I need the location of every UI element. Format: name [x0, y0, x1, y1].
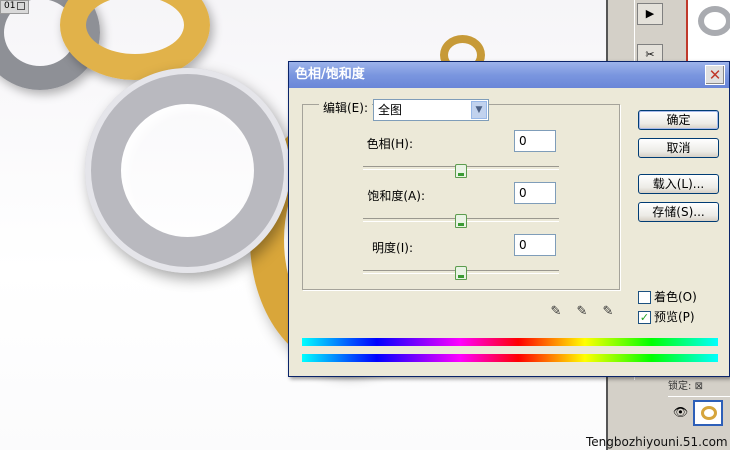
edit-select-value: 全图	[378, 103, 403, 117]
hue-slider-thumb[interactable]	[455, 164, 467, 178]
close-button[interactable]: ✕	[705, 65, 725, 85]
document-tab[interactable]: 01	[0, 0, 30, 14]
top-color-spectrum	[302, 338, 718, 346]
eye-icon[interactable]: 👁	[673, 405, 688, 419]
navigator-thumbnail	[686, 0, 730, 70]
silver-ring-image	[85, 68, 290, 273]
lock-row: 锁定: ⊠	[668, 377, 730, 392]
hue-saturation-dialog: 色相/饱和度 ✕ 编辑(E): 全图 ▼ 色相(H): 0 饱和度(A): 0 …	[288, 61, 730, 377]
saturation-input[interactable]: 0	[514, 182, 556, 204]
dialog-title: 色相/饱和度	[295, 67, 365, 82]
saturation-label: 饱和度(A):	[367, 189, 425, 203]
close-icon[interactable]	[17, 1, 26, 10]
colorize-checkbox[interactable]	[638, 291, 651, 304]
eyedropper-icon[interactable]: ✎	[548, 304, 564, 320]
eyedropper-plus-icon[interactable]: ✎	[574, 304, 590, 320]
colorize-label: 着色(O)	[654, 290, 697, 304]
lock-icon[interactable]: ⊠	[695, 381, 703, 392]
preview-checkbox[interactable]: ✓	[638, 311, 651, 324]
eyedropper-minus-icon[interactable]: ✎	[600, 304, 616, 320]
chevron-down-icon[interactable]: ▼	[471, 101, 487, 119]
hue-input[interactable]: 0	[514, 130, 556, 152]
cancel-button[interactable]: 取消	[638, 138, 719, 158]
lightness-label: 明度(I):	[372, 241, 413, 255]
layer-row[interactable]: 👁	[668, 396, 730, 430]
preview-label: 预览(P)	[654, 310, 695, 324]
lightness-input[interactable]: 0	[514, 234, 556, 256]
document-tab-label: 01	[4, 1, 16, 11]
edit-label: 编辑(E):	[319, 97, 372, 119]
watermark: Tengbozhiyouni.51.com	[586, 435, 728, 449]
play-icon[interactable]: ▶	[637, 3, 663, 25]
hue-label: 色相(H):	[366, 137, 413, 151]
load-button[interactable]: 载入(L)...	[638, 174, 719, 194]
close-icon: ✕	[708, 66, 722, 84]
bottom-color-spectrum	[302, 354, 718, 362]
dialog-titlebar[interactable]: 色相/饱和度 ✕	[289, 62, 729, 88]
ok-button[interactable]: 确定	[638, 110, 719, 130]
save-button[interactable]: 存储(S)...	[638, 202, 719, 222]
saturation-slider-thumb[interactable]	[455, 214, 467, 228]
edit-select[interactable]: 全图 ▼	[373, 99, 489, 121]
lightness-slider-thumb[interactable]	[455, 266, 467, 280]
layer-thumbnail[interactable]	[693, 400, 723, 426]
lock-label: 锁定:	[668, 381, 692, 392]
